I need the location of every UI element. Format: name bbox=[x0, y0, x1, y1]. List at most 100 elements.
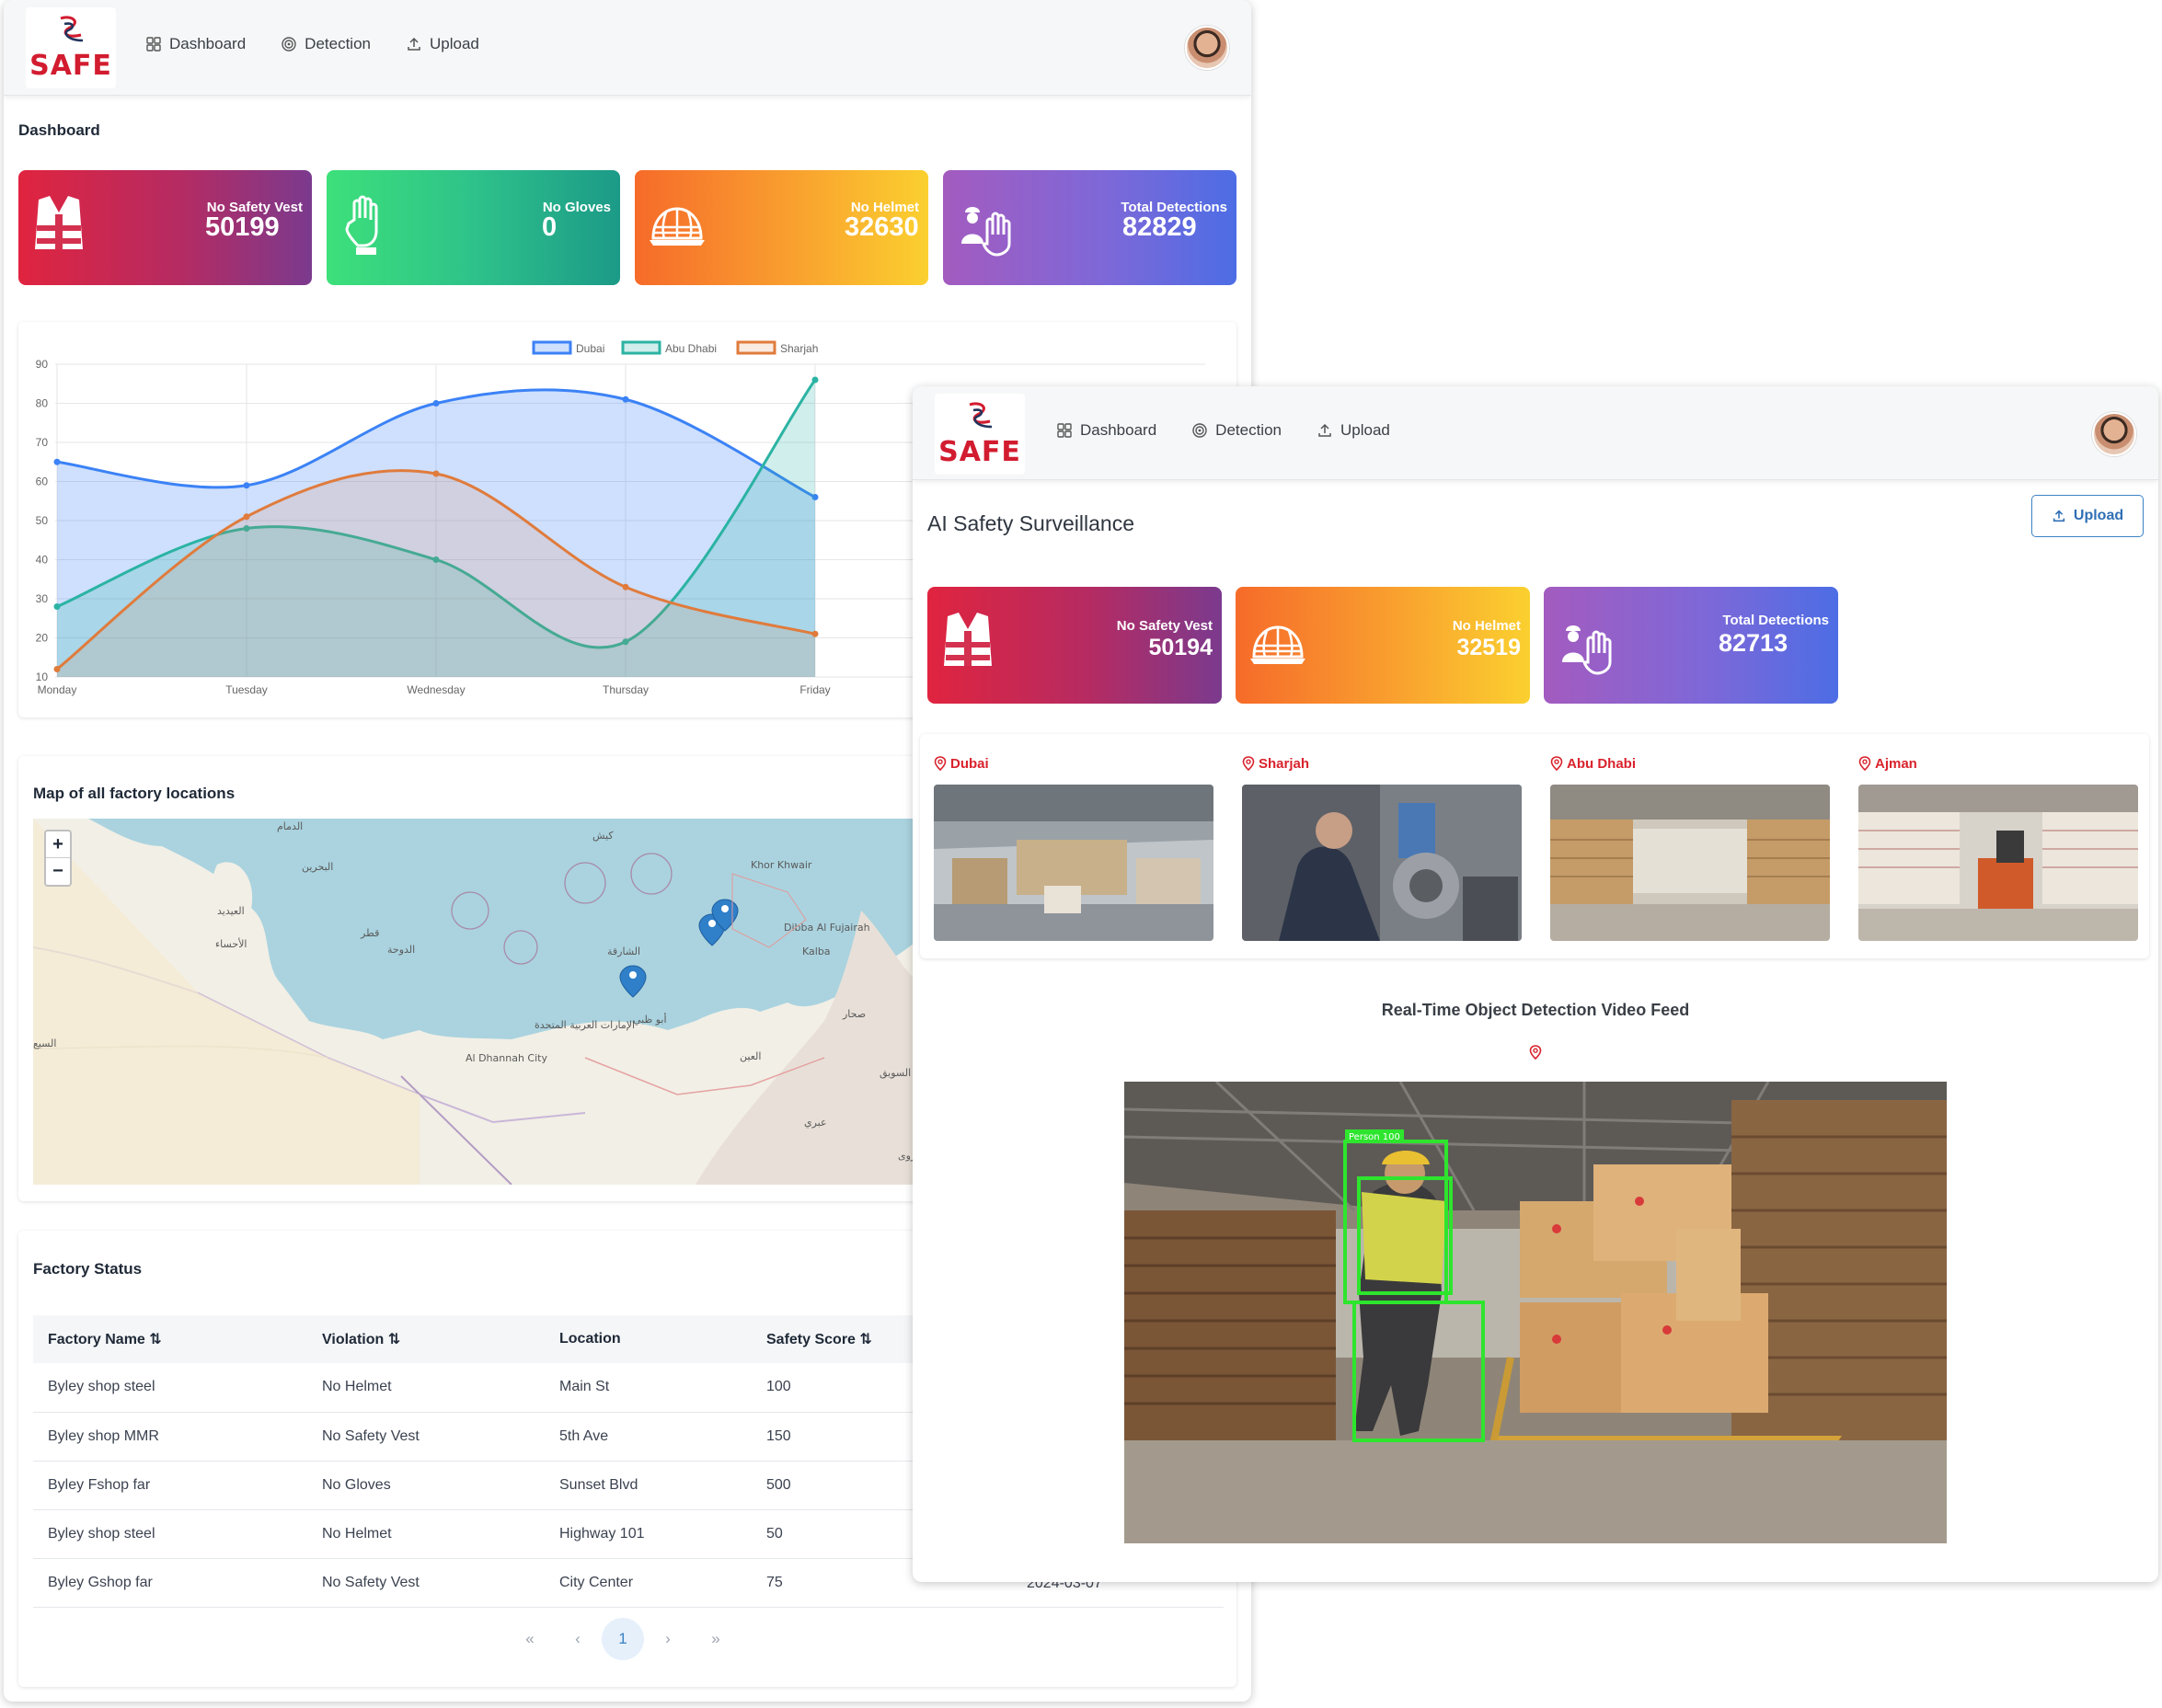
camera-thumbnail[interactable] bbox=[934, 785, 1213, 941]
safe-logo[interactable]: SAFE bbox=[26, 7, 116, 88]
nav-dashboard[interactable]: Dashboard bbox=[1056, 421, 1156, 440]
camera-card-abu-dhabi[interactable]: Abu Dhabi bbox=[1550, 754, 1830, 941]
upload-button[interactable]: Upload bbox=[2031, 495, 2144, 537]
x-tick-label: Tuesday bbox=[225, 683, 268, 696]
nav-detection-label: Detection bbox=[1215, 421, 1282, 439]
card-value: 32630 bbox=[845, 212, 919, 242]
data-point bbox=[432, 400, 440, 407]
map-label: السويق bbox=[880, 1067, 911, 1080]
user-avatar[interactable] bbox=[1185, 26, 1229, 70]
legend-label: Dubai bbox=[576, 342, 604, 355]
location-pin-icon bbox=[1858, 756, 1871, 771]
y-tick-label: 80 bbox=[36, 397, 49, 410]
camera-thumbnail[interactable] bbox=[1858, 785, 2138, 941]
zoom-in-button[interactable]: + bbox=[46, 831, 70, 858]
safety-vest-icon bbox=[35, 196, 83, 249]
map-label: العيديد bbox=[217, 905, 245, 917]
x-tick-label: Friday bbox=[799, 683, 830, 696]
nav-upload[interactable]: Upload bbox=[406, 35, 479, 53]
card-value: 82829 bbox=[1122, 212, 1197, 242]
detection-tag: Person 100 bbox=[1349, 1132, 1400, 1142]
grid-icon bbox=[146, 37, 161, 52]
card-value: 50194 bbox=[1148, 635, 1213, 660]
location-pin-icon bbox=[1550, 756, 1563, 771]
logo-text: SAFE bbox=[938, 435, 1021, 468]
data-point bbox=[53, 603, 61, 610]
first-page-button[interactable]: « bbox=[506, 1617, 554, 1661]
map-label: الشارقة bbox=[607, 946, 640, 957]
zoom-out-button[interactable]: − bbox=[46, 858, 70, 885]
camera-card-ajman[interactable]: Ajman bbox=[1858, 754, 2138, 941]
upload-icon bbox=[1318, 423, 1331, 437]
location-name: Sharjah bbox=[1259, 755, 1310, 772]
map-label: كيش bbox=[592, 830, 614, 842]
feed-location-pin-icon bbox=[1529, 1045, 1542, 1064]
feed-title: Real-Time Object Detection Video Feed bbox=[1381, 1001, 1690, 1019]
stat-card-total-detections: Total Detections 82829 bbox=[943, 170, 1236, 285]
camera-card-dubai[interactable]: Dubai bbox=[934, 754, 1213, 941]
data-point bbox=[622, 583, 629, 590]
nav-detection[interactable]: Detection bbox=[1191, 421, 1282, 440]
card-label: No Safety Vest bbox=[1116, 618, 1213, 634]
data-point bbox=[622, 395, 629, 403]
map-label: صحار bbox=[842, 1008, 866, 1020]
upload-icon bbox=[2053, 510, 2065, 522]
y-tick-label: 30 bbox=[36, 592, 49, 605]
last-page-button[interactable]: » bbox=[692, 1617, 740, 1661]
card-value: 82713 bbox=[1719, 629, 1788, 657]
map-label: Al Dhannah City bbox=[466, 1052, 547, 1064]
map-label: العين bbox=[740, 1050, 761, 1062]
sort-icon[interactable]: ⇅ bbox=[388, 1332, 400, 1347]
nav-dashboard[interactable]: Dashboard bbox=[145, 35, 246, 53]
next-page-button[interactable]: › bbox=[644, 1617, 692, 1661]
sort-icon[interactable]: ⇅ bbox=[149, 1332, 161, 1347]
map-label: الدوحة bbox=[387, 944, 415, 956]
column-header-violation[interactable]: Violation ⇅ bbox=[307, 1315, 545, 1363]
data-point bbox=[53, 666, 61, 672]
upload-button-label: Upload bbox=[2073, 508, 2124, 523]
camera-card-sharjah[interactable]: Sharjah bbox=[1242, 754, 1522, 941]
stat-card-no-safety-vest: No Safety Vest 50199 bbox=[18, 170, 312, 285]
table-title: Factory Status bbox=[33, 1260, 143, 1278]
data-point bbox=[811, 630, 819, 637]
map-label: أبو ظبي bbox=[633, 1013, 667, 1026]
nav-upload[interactable]: Upload bbox=[1317, 421, 1390, 440]
camera-thumbnail[interactable] bbox=[1550, 785, 1830, 941]
column-header-location: Location bbox=[545, 1315, 752, 1363]
target-icon bbox=[1192, 423, 1207, 438]
sort-icon[interactable]: ⇅ bbox=[859, 1332, 871, 1347]
data-point bbox=[243, 482, 250, 489]
map-label: الإمارات العربية المتحدة bbox=[535, 1019, 635, 1031]
x-tick-label: Monday bbox=[38, 683, 77, 696]
map-label: Dibba Al Fujairah bbox=[784, 922, 870, 934]
page-1-button[interactable]: 1 bbox=[602, 1618, 644, 1660]
stat-card-no-gloves: No Gloves 0 bbox=[327, 170, 620, 285]
card-value: 32519 bbox=[1456, 635, 1521, 660]
upload-icon bbox=[408, 37, 420, 51]
pagination: « ‹ 1 › » bbox=[506, 1617, 740, 1661]
helmet-icon bbox=[650, 207, 705, 246]
zoom-control: + − bbox=[44, 830, 72, 887]
location-name: Dubai bbox=[950, 755, 989, 772]
y-tick-label: 90 bbox=[36, 358, 49, 371]
logo-text: SAFE bbox=[29, 49, 112, 82]
video-feed[interactable]: Person 100 bbox=[1124, 1082, 1947, 1543]
prev-page-button[interactable]: ‹ bbox=[554, 1617, 602, 1661]
date-cell-partial: 2024-03-07 bbox=[1027, 1582, 1102, 1591]
user-avatar[interactable] bbox=[2092, 412, 2136, 456]
factory-map[interactable]: الدمام البحرين الدوحة قطر الأحساء العيدي… bbox=[33, 819, 981, 1185]
nav-dashboard-label: Dashboard bbox=[169, 35, 247, 52]
map-label: قطر bbox=[360, 927, 379, 939]
legend-label: Sharjah bbox=[780, 342, 818, 355]
data-point bbox=[811, 376, 819, 384]
safe-logo[interactable]: SAFE bbox=[935, 394, 1025, 475]
x-tick-label: Thursday bbox=[603, 683, 649, 696]
y-tick-label: 60 bbox=[36, 476, 49, 488]
column-header-factory-name[interactable]: Factory Name ⇅ bbox=[33, 1315, 307, 1363]
data-point bbox=[53, 458, 61, 465]
x-tick-label: Wednesday bbox=[407, 683, 465, 696]
nav-detection[interactable]: Detection bbox=[281, 35, 371, 53]
camera-thumbnail[interactable] bbox=[1242, 785, 1522, 941]
logo-swoosh-icon bbox=[60, 16, 84, 41]
map-label: البحرين bbox=[302, 861, 333, 873]
